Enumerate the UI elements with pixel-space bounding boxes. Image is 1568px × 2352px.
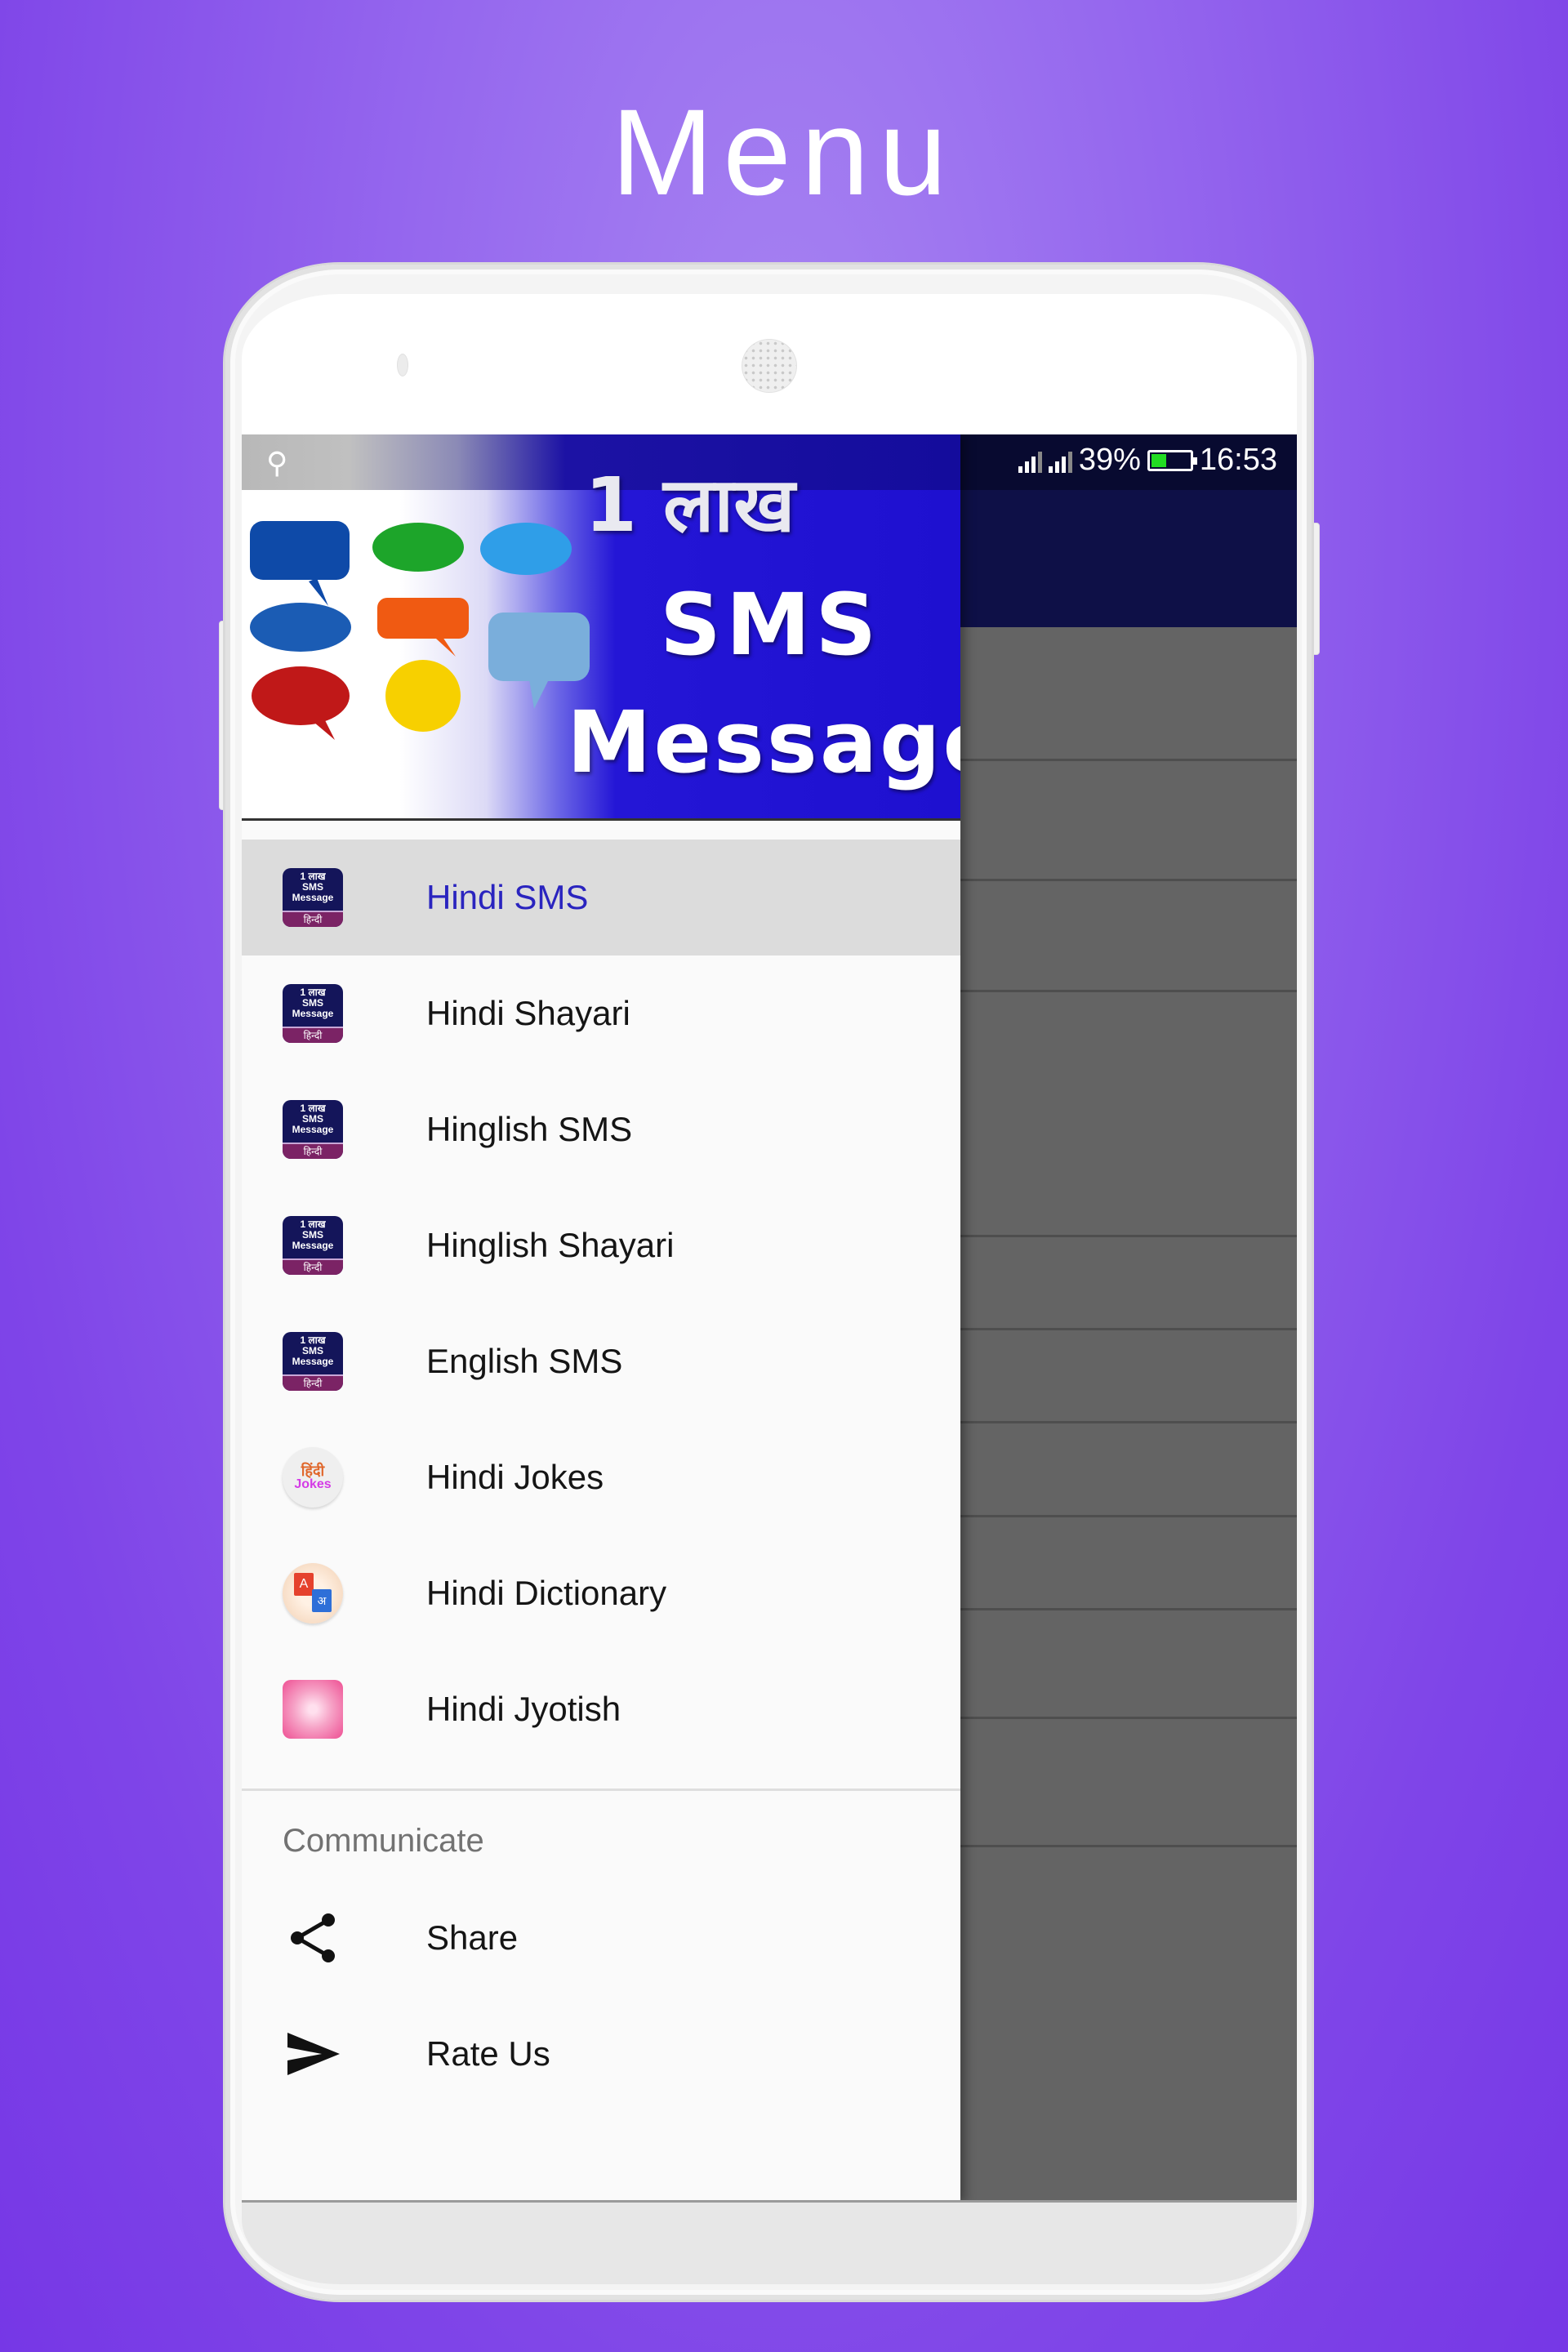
send-icon [287, 2033, 340, 2075]
usb-icon: ⚲ [266, 446, 288, 479]
menu-item-label: Rate Us [426, 2034, 550, 2073]
menu-item-share[interactable]: Share [242, 1880, 960, 1996]
menu-item-hindi-jokes[interactable]: हिंदी Jokes Hindi Jokes [242, 1419, 960, 1535]
battery-icon [1147, 449, 1197, 471]
share-icon [291, 1913, 335, 1962]
menu-item-label: Hindi Shayari [426, 994, 630, 1032]
front-camera [397, 354, 408, 376]
menu-item-label: Hindi Jyotish [426, 1690, 621, 1728]
bubble-lightblue-cloud [480, 523, 572, 575]
app-1lakh-sms-icon: 1 लाख SMS Message हिन्दी [283, 868, 343, 927]
phone-bottom-bezel [242, 2203, 1297, 2284]
phone-screen: 39% 16:53 ⚲ 1 लाख SMS Message 1 लाख SMS … [242, 434, 1297, 2203]
section-divider [242, 1788, 960, 1791]
menu-item-hindi-dictionary[interactable]: A अ Hindi Dictionary [242, 1535, 960, 1651]
menu-item-label: Share [426, 1918, 519, 1957]
menu-item-hindi-sms[interactable]: 1 लाख SMS Message हिन्दी Hindi SMS [242, 840, 960, 956]
bubble-green-cloud [372, 523, 464, 572]
app-1lakh-sms-icon: 1 लाख SMS Message हिन्दी [283, 1216, 343, 1275]
menu-item-hinglish-shayari[interactable]: 1 लाख SMS Message हिन्दी Hinglish Shayari [242, 1187, 960, 1303]
header-divider [242, 818, 960, 821]
bubble-orange-rect [377, 598, 469, 657]
navigation-drawer: ⚲ 1 लाख SMS Message 1 लाख SMS Message हि… [242, 434, 960, 2203]
header-title-line1: 1 लाख [585, 461, 795, 549]
battery-percent: 39% [1078, 443, 1141, 477]
menu-item-label: Hinglish SMS [426, 1110, 633, 1148]
header-title-line3: Message [567, 693, 960, 792]
screen-bottom-edge [242, 2200, 1297, 2203]
hindi-jyotish-app-icon [283, 1680, 343, 1739]
bubble-blue-cloud [250, 603, 351, 652]
app-1lakh-sms-icon: 1 लाख SMS Message हिन्दी [283, 1100, 343, 1159]
status-indicators: 39% 16:53 [1018, 443, 1277, 478]
earpiece-speaker [742, 339, 797, 393]
battery-fill [1151, 453, 1166, 467]
hindi-dictionary-app-icon: A अ [283, 1563, 343, 1624]
app-1lakh-sms-icon: 1 लाख SMS Message हिन्दी [283, 984, 343, 1043]
promo-title: Menu [611, 83, 957, 220]
menu-item-english-sms[interactable]: 1 लाख SMS Message हिन्दी English SMS [242, 1303, 960, 1419]
header-title-line2: SMS [660, 575, 882, 675]
section-title-communicate: Communicate [283, 1823, 484, 1859]
menu-item-label: Hindi Jokes [426, 1458, 604, 1496]
menu-item-label: Hindi SMS [426, 878, 589, 916]
bubble-red-oval [252, 666, 350, 740]
bubble-yellow-oval [385, 660, 461, 732]
signal-sim2-icon [1048, 448, 1072, 473]
app-1lakh-sms-icon: 1 लाख SMS Message हिन्दी [283, 1332, 343, 1391]
clock: 16:53 [1199, 443, 1277, 477]
drawer-menu: 1 लाख SMS Message हिन्दी Hindi SMS 1 लाख SM… [242, 840, 960, 1767]
hindi-jokes-app-icon: हिंदी Jokes [283, 1447, 343, 1508]
drawer-scrim[interactable] [960, 627, 1297, 2203]
menu-item-label: Hinglish Shayari [426, 1226, 675, 1264]
menu-item-label: English SMS [426, 1342, 623, 1380]
communicate-menu: Share Rate Us [242, 1880, 960, 2112]
drawer-header: ⚲ 1 लाख SMS Message [242, 434, 960, 818]
menu-item-rate-us[interactable]: Rate Us [242, 1996, 960, 2112]
bubble-blue-rect [250, 521, 350, 606]
menu-item-hindi-shayari[interactable]: 1 लाख SMS Message हिन्दी Hindi Shayari [242, 956, 960, 1071]
menu-item-hinglish-sms[interactable]: 1 लाख SMS Message हिन्दी Hinglish SMS [242, 1071, 960, 1187]
menu-item-label: Hindi Dictionary [426, 1574, 667, 1612]
menu-item-hindi-jyotish[interactable]: Hindi Jyotish [242, 1651, 960, 1767]
signal-sim1-icon [1018, 448, 1042, 473]
speech-bubbles-illustration [250, 521, 590, 740]
